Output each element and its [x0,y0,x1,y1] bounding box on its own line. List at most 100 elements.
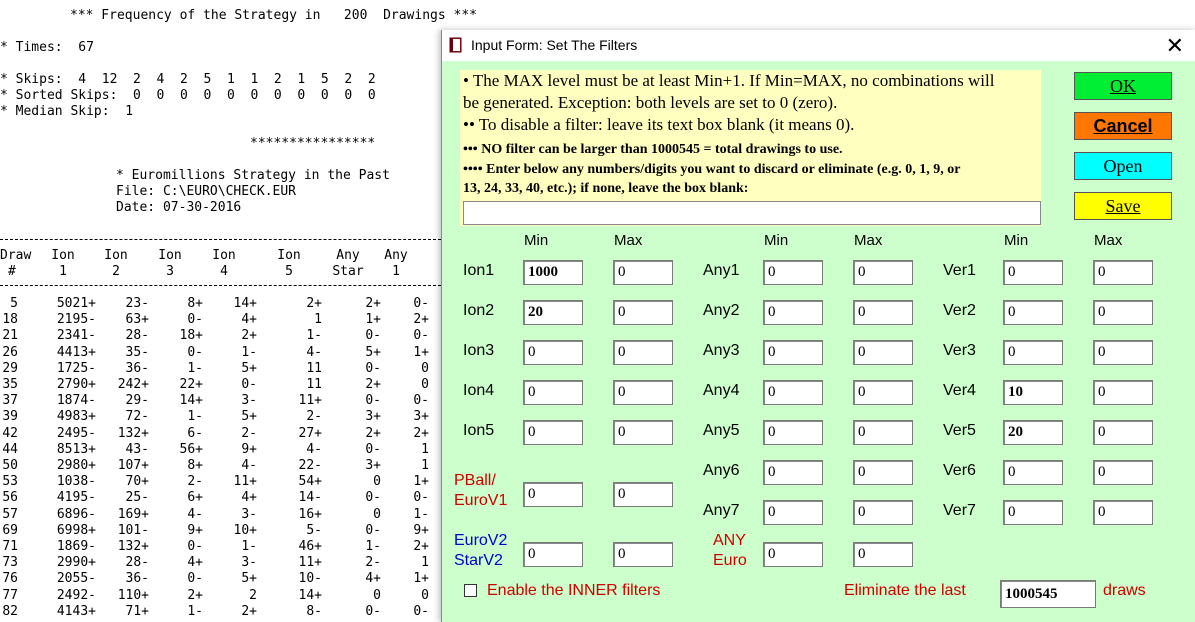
table-cell: 1874- [56,393,96,409]
pball-label: PBall/ [454,472,496,489]
table-cell: 29- [125,393,149,409]
ver4-min-input[interactable]: 10 [1003,380,1063,405]
ion2-max-input[interactable]: 0 [613,300,673,325]
table-cell: 0 [421,587,429,603]
ver3-max-input[interactable]: 0 [1093,340,1153,365]
any1-max-input[interactable]: 0 [853,260,913,285]
ver6-max-input[interactable]: 0 [1093,460,1153,485]
table-cell: 16+ [298,506,322,522]
table-cell: 82 [2,603,18,619]
table-cell: 3- [241,393,257,409]
ion1-min-input[interactable]: 1000 [523,260,583,285]
table-cell: 0- [413,603,429,619]
any7-max-input[interactable]: 0 [853,500,913,525]
close-icon[interactable]: ✕ [1166,33,1184,59]
table-cell: 71+ [125,603,149,619]
eurov2-max-input[interactable]: 0 [613,542,673,567]
ion5-min-input[interactable]: 0 [523,420,583,445]
table-cell: 2+ [413,312,429,328]
inner-filters-checkbox[interactable] [464,584,477,597]
starv2-label: StarV2 [454,552,503,569]
ver5-min-input[interactable]: 20 [1003,420,1063,445]
any6-min-input[interactable]: 0 [763,460,823,485]
table-cell: 5+ [241,571,257,587]
ver4-max-input[interactable]: 0 [1093,380,1153,405]
open-button[interactable]: Open [1074,152,1172,180]
cancel-button[interactable]: Cancel [1074,112,1172,140]
ion1-max-input[interactable]: 0 [613,260,673,285]
table-cell: 23- [125,296,149,311]
table-cell: 4+ [241,490,257,506]
inner-filters-label: Enable the INNER filters [487,582,661,599]
table-cell: 1038- [56,474,96,490]
ver7-max-input[interactable]: 0 [1093,500,1153,525]
any2-min-input[interactable]: 0 [763,300,823,325]
table-cell: 56 [2,490,18,506]
table-cell: 27+ [298,425,322,441]
ver3-min-input[interactable]: 0 [1003,340,1063,365]
any5-max-input[interactable]: 0 [853,420,913,445]
ver5-max-input[interactable]: 0 [1093,420,1153,445]
column-header: 2 [112,264,120,279]
any6-max-input[interactable]: 0 [853,460,913,485]
any7-min-input[interactable]: 0 [763,500,823,525]
ion3-max-input[interactable]: 0 [613,340,673,365]
dialog-titlebar[interactable]: Input Form: Set The Filters ✕ [442,30,1195,61]
table-cell: 29 [2,360,18,376]
ver7-min-input[interactable]: 0 [1003,500,1063,525]
ver1-max-input[interactable]: 0 [1093,260,1153,285]
table-cell: 4- [306,441,322,457]
ion5-label: Ion5 [463,422,495,439]
table-cell: 5- [306,522,322,538]
anyeuro-min-input[interactable]: 0 [763,542,823,567]
any1-min-input[interactable]: 0 [763,260,823,285]
table-cell: 4983+ [56,409,96,425]
table-cell: 2+ [241,328,257,344]
table-cell: 242+ [117,377,149,392]
table-cell: 1- [187,360,203,376]
times-line: * Times: 67 [0,40,94,55]
ion2-min-input[interactable]: 20 [523,300,583,325]
dialog-title: Input Form: Set The Filters [471,37,638,53]
anyeuro-max-input[interactable]: 0 [853,542,913,567]
ion4-max-input[interactable]: 0 [613,380,673,405]
pball-max-input[interactable]: 0 [613,482,673,507]
book-icon [449,37,462,53]
ver1-min-input[interactable]: 0 [1003,260,1063,285]
ok-button[interactable]: OK [1074,72,1172,100]
table-cell: 1725- [56,360,96,376]
ver2-min-input[interactable]: 0 [1003,300,1063,325]
table-cell: 69 [2,522,18,538]
pball-min-input[interactable]: 0 [523,482,583,507]
table-cell: 46+ [298,539,322,554]
any-label: ANY [713,532,746,549]
save-button[interactable]: Save [1074,192,1172,220]
any3-max-input[interactable]: 0 [853,340,913,365]
table-cell: 14- [298,490,322,506]
table-cell: 1+ [413,344,429,360]
table-cell: 4- [187,506,203,522]
any2-max-input[interactable]: 0 [853,300,913,325]
ion4-min-input[interactable]: 0 [523,380,583,405]
table-cell: 10+ [233,522,257,538]
table-cell: 2 [249,587,257,603]
any4-min-input[interactable]: 0 [763,380,823,405]
table-cell: 132+ [117,425,149,441]
exclude-numbers-input[interactable] [463,201,1041,225]
any3-min-input[interactable]: 0 [763,340,823,365]
table-cell: 6896- [56,506,96,522]
any4-max-input[interactable]: 0 [853,380,913,405]
ion3-min-input[interactable]: 0 [523,340,583,365]
eurov2-min-input[interactable]: 0 [523,542,583,567]
ver2-max-input[interactable]: 0 [1093,300,1153,325]
eliminate-draws-input[interactable]: 1000545 [1000,580,1096,608]
table-cell: 4195- [56,490,96,506]
ver6-min-input[interactable]: 0 [1003,460,1063,485]
ion5-max-input[interactable]: 0 [613,420,673,445]
table-cell: 54+ [298,474,322,490]
column-header: Star [332,264,364,279]
any5-min-input[interactable]: 0 [763,420,823,445]
ver2-label: Ver2 [943,302,976,319]
column-header: Any [384,248,408,263]
col3-max-header: Max [1094,232,1123,249]
